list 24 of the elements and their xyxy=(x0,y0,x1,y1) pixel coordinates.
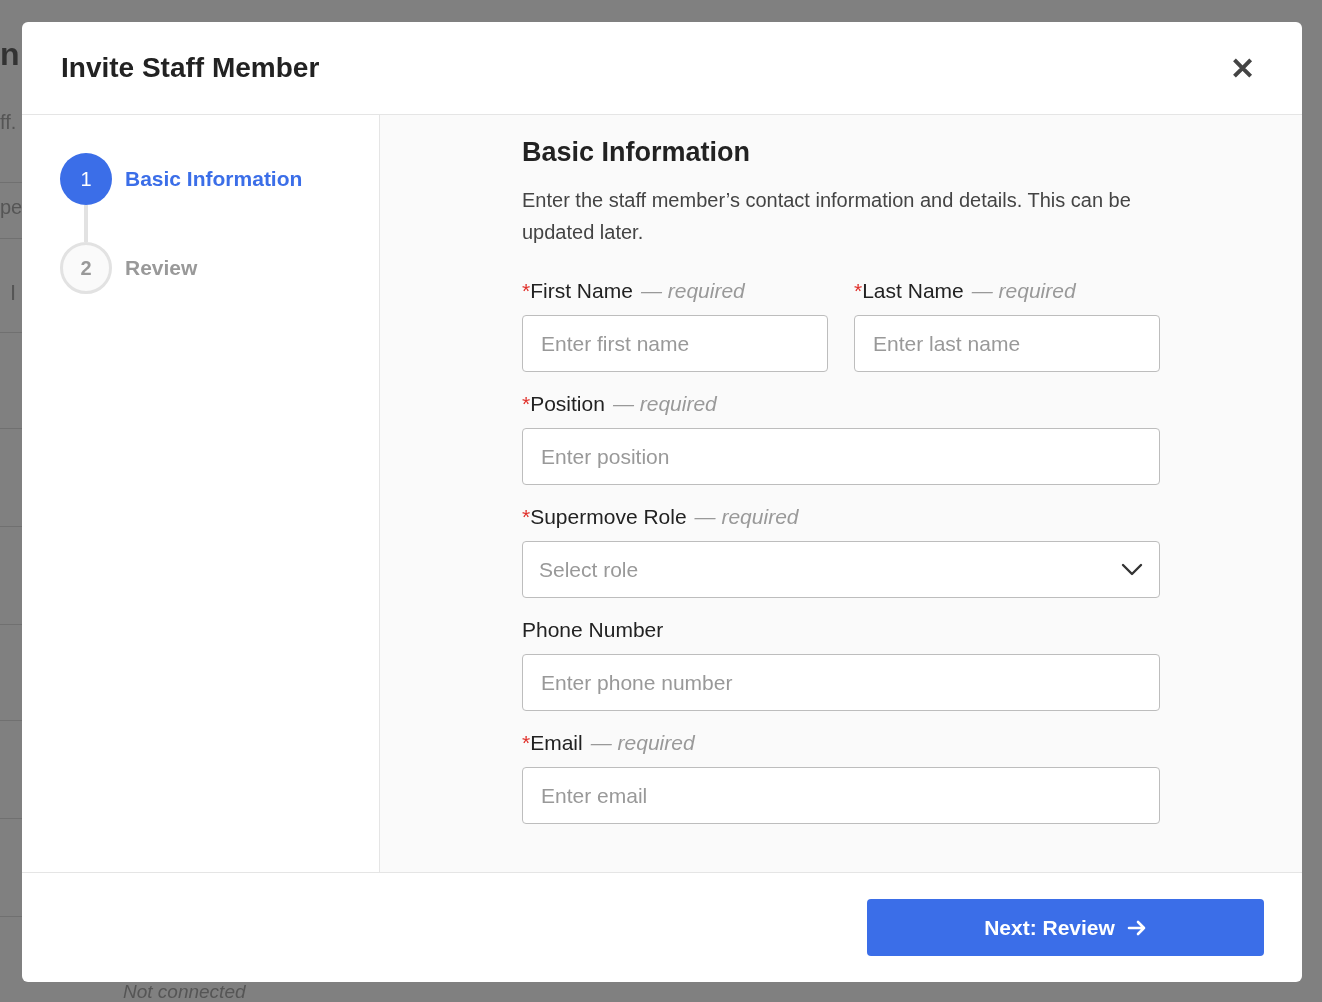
input-field[interactable]: Enter position xyxy=(522,428,1160,486)
role-dropdown[interactable]: Select role xyxy=(522,541,1160,599)
input-field[interactable]: Enter last name xyxy=(854,315,1160,373)
field-label: *Last Name — required xyxy=(854,278,1077,305)
step-label[interactable]: Review xyxy=(125,252,198,284)
field-label: Phone Number xyxy=(522,617,665,644)
field-label: *Email — required xyxy=(522,730,696,757)
section-description: Enter the staff member’s contact information and details. This can be updated later. xyxy=(522,188,1132,246)
field-label: *Position — required xyxy=(522,391,718,418)
arrow-right-icon xyxy=(1126,918,1147,937)
background-text: n xyxy=(0,38,20,70)
step-number: 2 xyxy=(60,242,112,294)
step-number: 1 xyxy=(60,153,112,205)
field-label: *Supermove Role — required xyxy=(522,504,800,531)
section-title: Basic Information xyxy=(522,136,752,169)
close-button[interactable]: ✕ xyxy=(1224,50,1260,86)
field-label: *First Name — required xyxy=(522,278,746,305)
input-field[interactable]: Enter first name xyxy=(522,315,828,373)
next-button[interactable]: Next: Review xyxy=(867,899,1264,956)
input-field[interactable]: Enter email xyxy=(522,767,1160,825)
chevron-down-icon xyxy=(1121,563,1143,577)
modal-title: Invite Staff Member xyxy=(61,51,320,85)
step-label[interactable]: Basic Information xyxy=(125,163,303,195)
input-field[interactable]: Enter phone number xyxy=(522,654,1160,712)
